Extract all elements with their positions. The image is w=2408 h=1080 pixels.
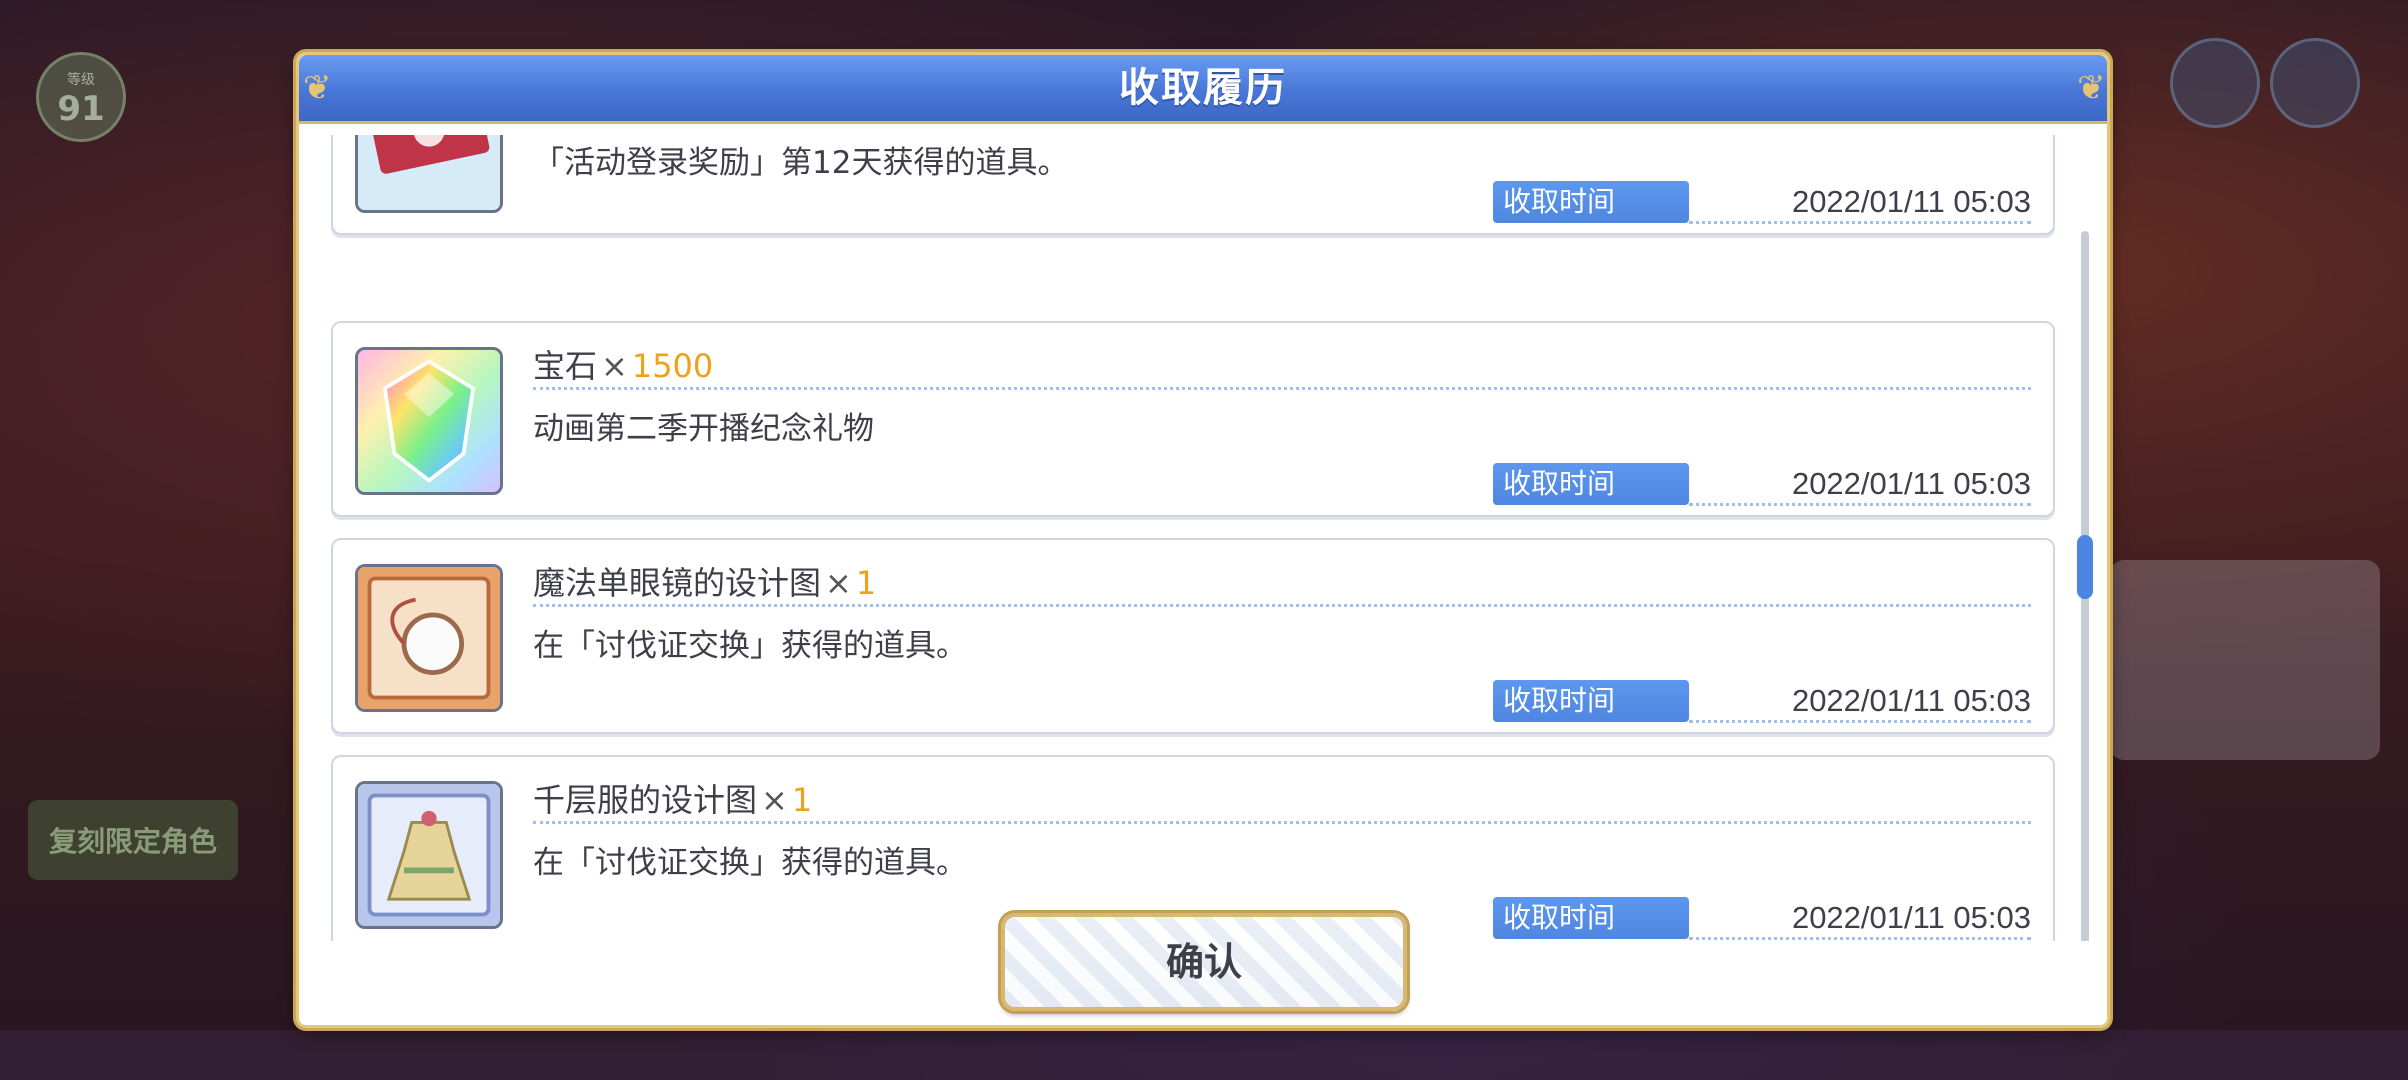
expand-icon: [2270, 38, 2360, 128]
gem-icon: [355, 347, 503, 495]
bottom-nav-bar: [0, 1030, 2408, 1080]
history-item: 「活动登录奖励」第12天获得的道具。 收取时间 2022/01/11 05:03: [331, 135, 2055, 235]
receive-time-value: 2022/01/11 05:03: [1791, 683, 2031, 718]
receive-time-label: 收取时间: [1493, 680, 1689, 722]
receive-time-value: 2022/01/11 05:03: [1791, 466, 2031, 501]
receive-time-value: 2022/01/11 05:03: [1791, 184, 2031, 219]
level-value: 91: [57, 89, 105, 129]
divider: [533, 387, 2031, 390]
item-quantity: 1: [855, 564, 877, 602]
menu-icon: [2170, 38, 2260, 128]
dialog-title-bar: ❦ 收取履历 ❦: [299, 55, 2107, 124]
receive-history-dialog: ❦ 收取履历 ❦ 「活动登录奖励」第12天获得的道具。 收取时间 2022/01…: [296, 52, 2110, 1028]
history-item: 宝石 × 1500 动画第二季开播纪念礼物 收取时间 2022/01/11 05:0…: [331, 321, 2055, 517]
player-level-badge: 等级 91: [36, 52, 126, 142]
monocle-blueprint-icon: [355, 564, 503, 712]
item-quantity: 1: [791, 781, 813, 819]
item-name: 宝石 × 1500: [533, 341, 713, 387]
scrollbar-thumb[interactable]: [2077, 535, 2093, 599]
receive-time-value: 2022/01/11 05:03: [1791, 900, 2031, 935]
divider: [533, 821, 2031, 824]
confirm-button[interactable]: 确认: [1001, 913, 1407, 1011]
item-name-text: 千层服的设计图: [533, 781, 758, 819]
divider: [1689, 720, 2031, 723]
item-description: 「活动登录奖励」第12天获得的道具。: [533, 145, 1069, 181]
history-item: 魔法单眼镜的设计图 × 1 在「讨伐证交换」获得的道具。 收取时间 2022/01/…: [331, 538, 2055, 734]
limited-character-banner: 复刻限定角色: [28, 800, 238, 880]
dialog-title: 收取履历: [1119, 65, 1287, 111]
corner-ornament-icon: ❦: [2077, 68, 2106, 108]
item-quantity: 1500: [631, 347, 714, 385]
ticket-icon: [355, 135, 503, 213]
dress-blueprint-icon: [355, 781, 503, 929]
item-description: 动画第二季开播纪念礼物: [533, 411, 874, 447]
chat-panel: [2110, 560, 2380, 760]
item-name-text: 魔法单眼镜的设计图: [533, 564, 822, 602]
item-description: 在「讨伐证交换」获得的道具。: [533, 628, 967, 664]
times-sign: ×: [761, 781, 788, 819]
times-sign: ×: [825, 564, 852, 602]
item-name-text: 宝石: [533, 347, 598, 385]
divider: [1689, 937, 2031, 940]
receive-time-label: 收取时间: [1493, 181, 1689, 223]
receive-time-label: 收取时间: [1493, 897, 1689, 939]
item-description: 在「讨伐证交换」获得的道具。: [533, 845, 967, 881]
divider: [533, 604, 2031, 607]
times-sign: ×: [601, 347, 628, 385]
divider: [1689, 503, 2031, 506]
receive-time-label: 收取时间: [1493, 463, 1689, 505]
item-name: 魔法单眼镜的设计图 × 1: [533, 558, 876, 604]
item-name: 千层服的设计图 × 1: [533, 775, 812, 821]
divider: [1689, 221, 2031, 224]
level-label: 等级: [67, 72, 95, 88]
history-list[interactable]: 「活动登录奖励」第12天获得的道具。 收取时间 2022/01/11 05:03: [309, 135, 2093, 941]
